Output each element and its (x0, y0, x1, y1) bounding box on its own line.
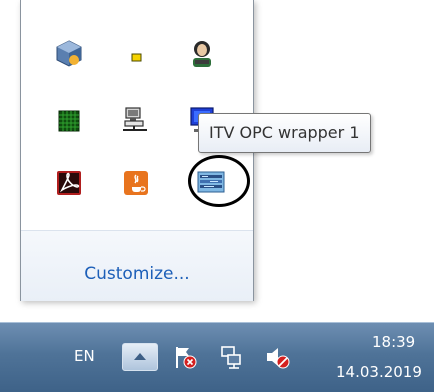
green-grid-icon[interactable] (54, 106, 84, 136)
clock-date[interactable]: 14.03.2019 (336, 363, 422, 381)
itv-opc-wrapper-icon[interactable] (196, 167, 226, 197)
volume-muted-icon[interactable] (264, 343, 290, 371)
icon-tooltip: ITV OPC wrapper 1 (198, 113, 371, 153)
taskbar: EN 18:39 14.03.2019 (0, 322, 434, 392)
show-hidden-icons-button[interactable] (122, 343, 158, 371)
network-icon[interactable] (218, 343, 244, 371)
language-indicator[interactable]: EN (74, 347, 95, 365)
small-yellow-icon[interactable] (121, 41, 151, 71)
popup-footer: Customize... (21, 230, 253, 301)
clock-time[interactable]: 18:39 (372, 333, 415, 351)
virtualbox-cube-icon[interactable] (54, 38, 84, 68)
chevron-up-icon (134, 353, 146, 360)
adobe-acrobat-icon[interactable] (54, 168, 84, 198)
person-icon[interactable] (187, 38, 217, 68)
java-icon[interactable] (121, 168, 151, 198)
network-computer-icon[interactable] (120, 105, 150, 135)
action-center-flag-icon[interactable] (172, 343, 198, 371)
customize-link[interactable]: Customize... (21, 264, 253, 284)
